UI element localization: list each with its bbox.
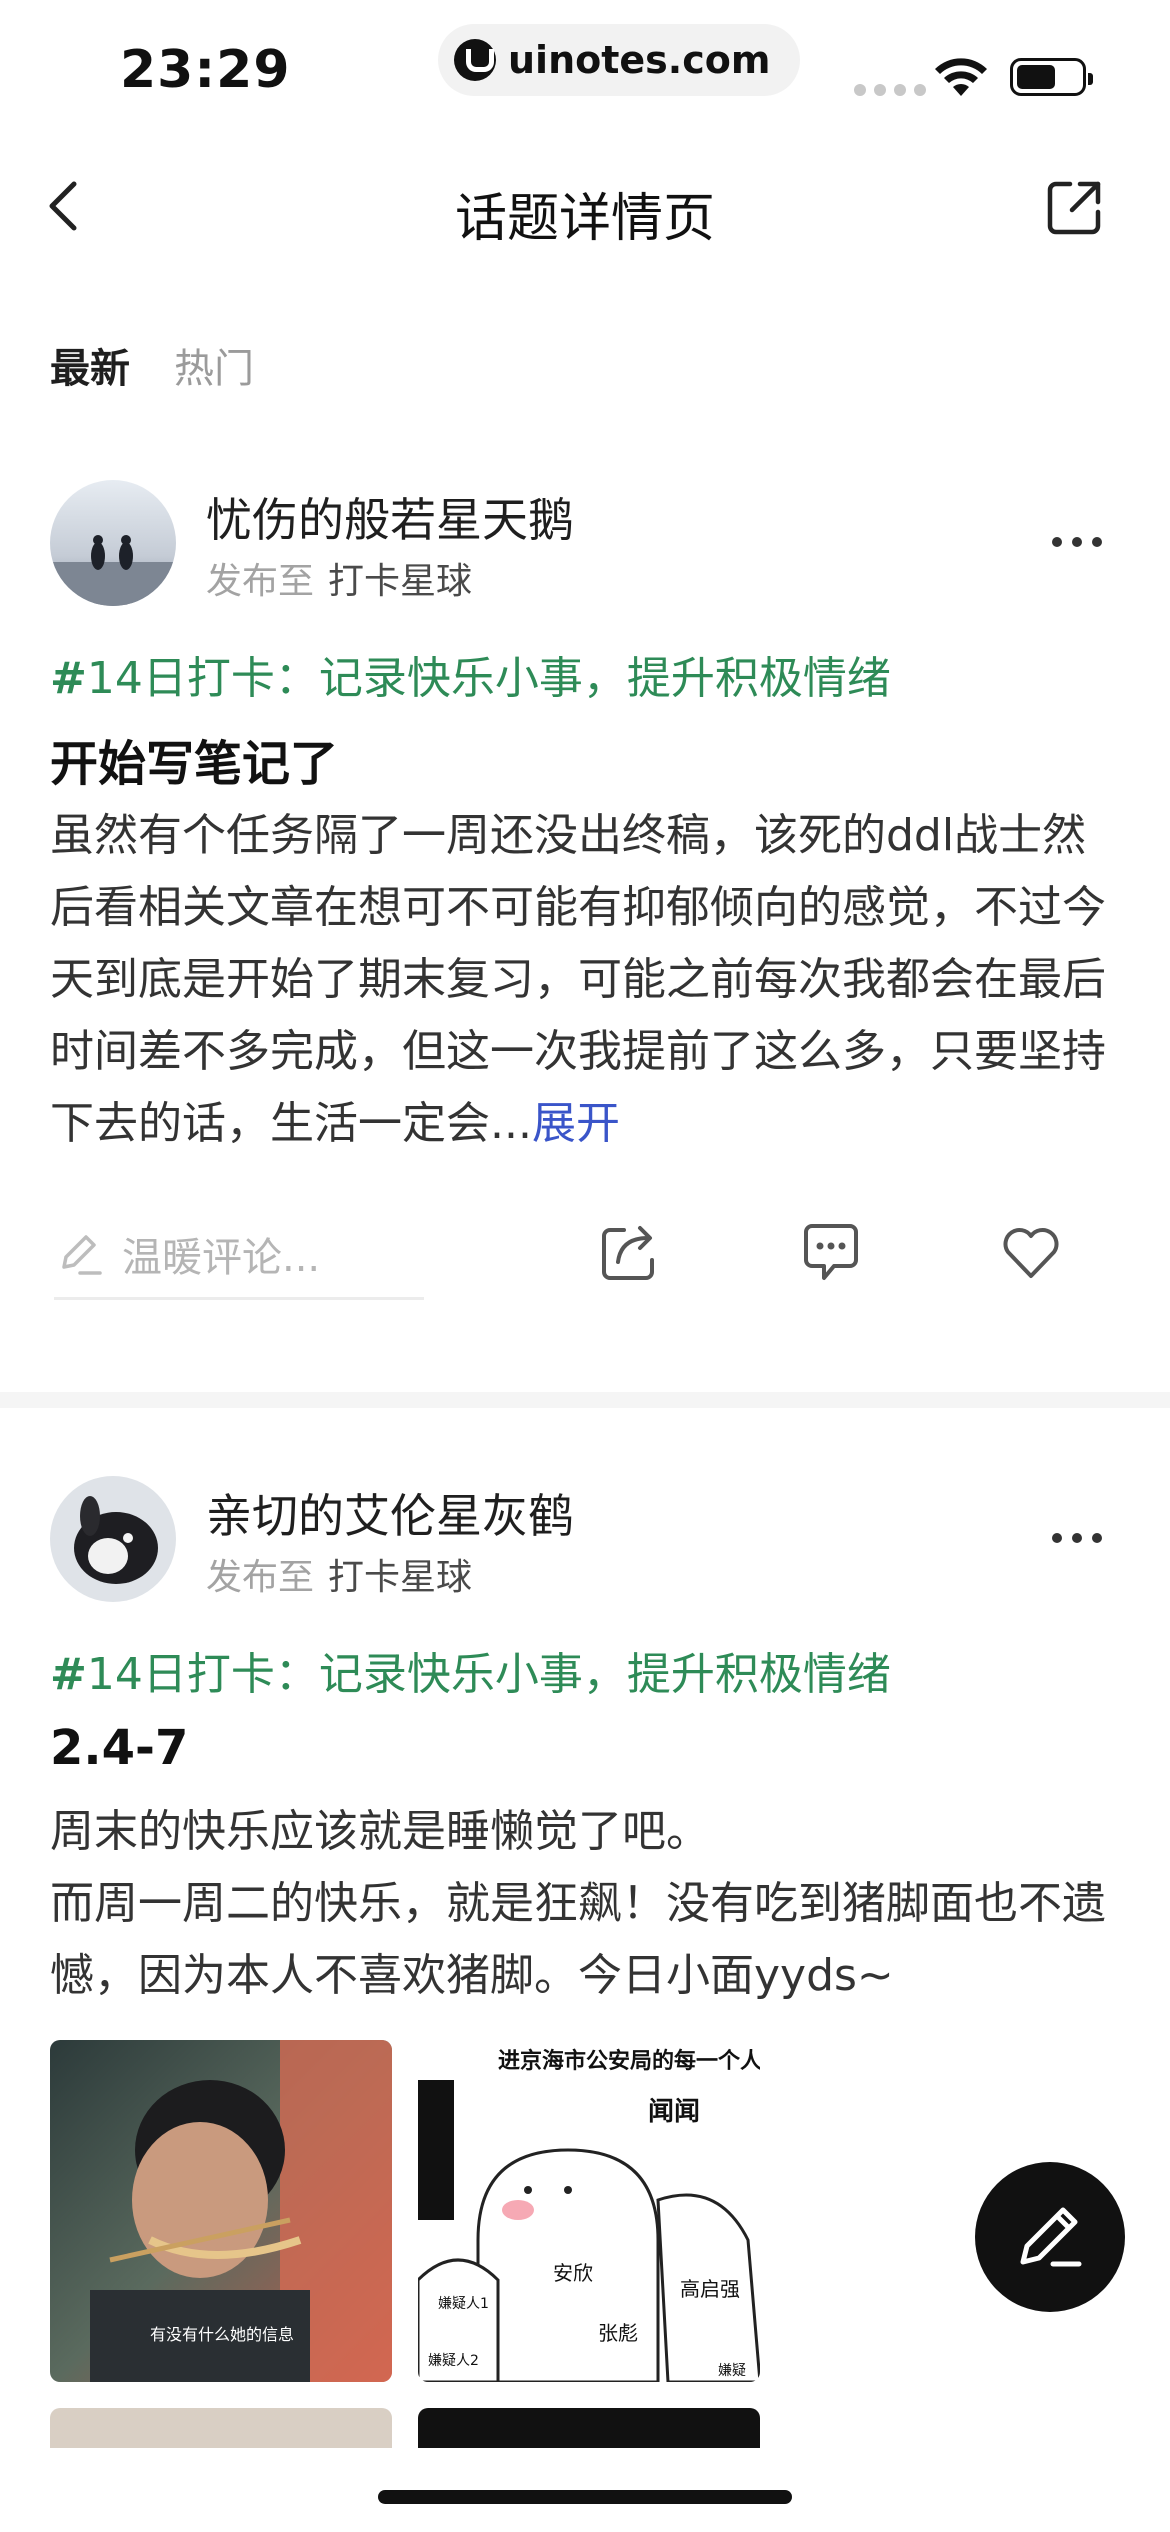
expand-link[interactable]: 展开	[532, 1098, 620, 1149]
meme-label: 嫌疑人2	[428, 2353, 479, 2369]
post-title: 开始写笔记了	[50, 736, 339, 792]
meme-label: 张彪	[598, 2321, 638, 2345]
post-image[interactable]: 进京海市公安局的每一个人： 闻闻 安欣 高启强 张彪 嫌疑人1 嫌疑人2 嫌疑	[418, 2040, 760, 2382]
meme-label: 高启强	[680, 2277, 740, 2301]
status-bar: 23:29 uinotes.com	[0, 0, 1170, 130]
comment-icon[interactable]	[798, 1220, 864, 1286]
tab-latest[interactable]: 最新	[50, 336, 130, 394]
post-image[interactable]	[50, 2408, 392, 2448]
page-title: 话题详情页	[454, 189, 715, 249]
post-body-line: 周末的快乐应该就是睡懒觉了吧。	[50, 1806, 710, 1857]
post-body-line: 而周一周二的快乐，就是狂飙！没有吃到猪脚面也不遗憾，因为本人不喜欢猪脚。今日小面…	[50, 1878, 1106, 2001]
planet-name[interactable]: 打卡星球	[328, 561, 472, 602]
image-caption: 有没有什么她的信息	[150, 2325, 294, 2344]
comment-input[interactable]: 温暖评论...	[54, 1210, 424, 1300]
post-divider	[0, 1392, 1170, 1408]
navigation-bar: 话题详情页	[0, 150, 1170, 260]
post-title: 2.4-7	[50, 1720, 189, 1776]
topic-text: 14日打卡：记录快乐小事，提升积极情绪	[86, 653, 891, 704]
post-image[interactable]: 有没有什么她的信息	[50, 2040, 392, 2382]
meme-label: 安欣	[553, 2261, 593, 2285]
meme-label: 嫌疑人1	[438, 2296, 489, 2312]
site-logo-icon	[454, 39, 496, 81]
external-share-icon[interactable]	[1044, 178, 1104, 238]
sort-tabs: 最新 热门	[50, 336, 254, 394]
compose-button[interactable]	[975, 2162, 1125, 2312]
meme-label: 嫌疑	[718, 2363, 746, 2379]
avatar[interactable]	[50, 1476, 176, 1602]
url-text: uinotes.com	[508, 38, 771, 82]
wifi-icon	[935, 58, 987, 96]
tab-popular[interactable]: 热门	[174, 336, 254, 394]
planet-name[interactable]: 打卡星球	[328, 1557, 472, 1598]
pencil-icon	[62, 1234, 102, 1275]
topic-hash: #	[50, 1649, 87, 1700]
topic-text: 14日打卡：记录快乐小事，提升积极情绪	[86, 1649, 891, 1700]
heart-icon[interactable]	[998, 1220, 1064, 1286]
author-name[interactable]: 亲切的艾伦星灰鹤	[206, 1480, 574, 1546]
meme-sound: 闻闻	[648, 2097, 700, 2127]
more-options-icon[interactable]	[1052, 1533, 1102, 1543]
post-body[interactable]: 周末的快乐应该就是睡懒觉了吧。 而周一周二的快乐，就是狂飙！没有吃到猪脚面也不遗…	[50, 1796, 1130, 2012]
more-options-icon[interactable]	[1052, 537, 1102, 547]
meta-prefix: 发布至	[206, 561, 315, 602]
status-time: 23:29	[120, 40, 291, 100]
meta-prefix: 发布至	[206, 1557, 315, 1598]
edit-icon	[1020, 2207, 1082, 2267]
signal-icon	[854, 84, 926, 96]
author-name[interactable]: 忧伤的般若星天鹅	[206, 484, 574, 550]
home-indicator[interactable]	[378, 2490, 792, 2504]
meme-heading: 进京海市公安局的每一个人：	[498, 2048, 760, 2074]
topic-hash: #	[50, 653, 87, 704]
topic-tag[interactable]: #14日打卡：记录快乐小事，提升积极情绪	[50, 642, 891, 706]
avatar[interactable]	[50, 480, 176, 606]
battery-icon	[1010, 58, 1093, 96]
post-meta: 发布至 打卡星球	[206, 1548, 472, 1600]
comment-placeholder: 温暖评论...	[122, 1234, 321, 1281]
share-icon[interactable]	[596, 1220, 662, 1286]
url-pill[interactable]: uinotes.com	[438, 24, 801, 96]
post-body[interactable]: 虽然有个任务隔了一周还没出终稿，该死的ddl战士然后看相关文章在想可不可能有抑郁…	[50, 800, 1130, 1160]
post-meta: 发布至 打卡星球	[206, 552, 472, 604]
topic-tag[interactable]: #14日打卡：记录快乐小事，提升积极情绪	[50, 1638, 891, 1702]
post-image[interactable]	[418, 2408, 760, 2448]
